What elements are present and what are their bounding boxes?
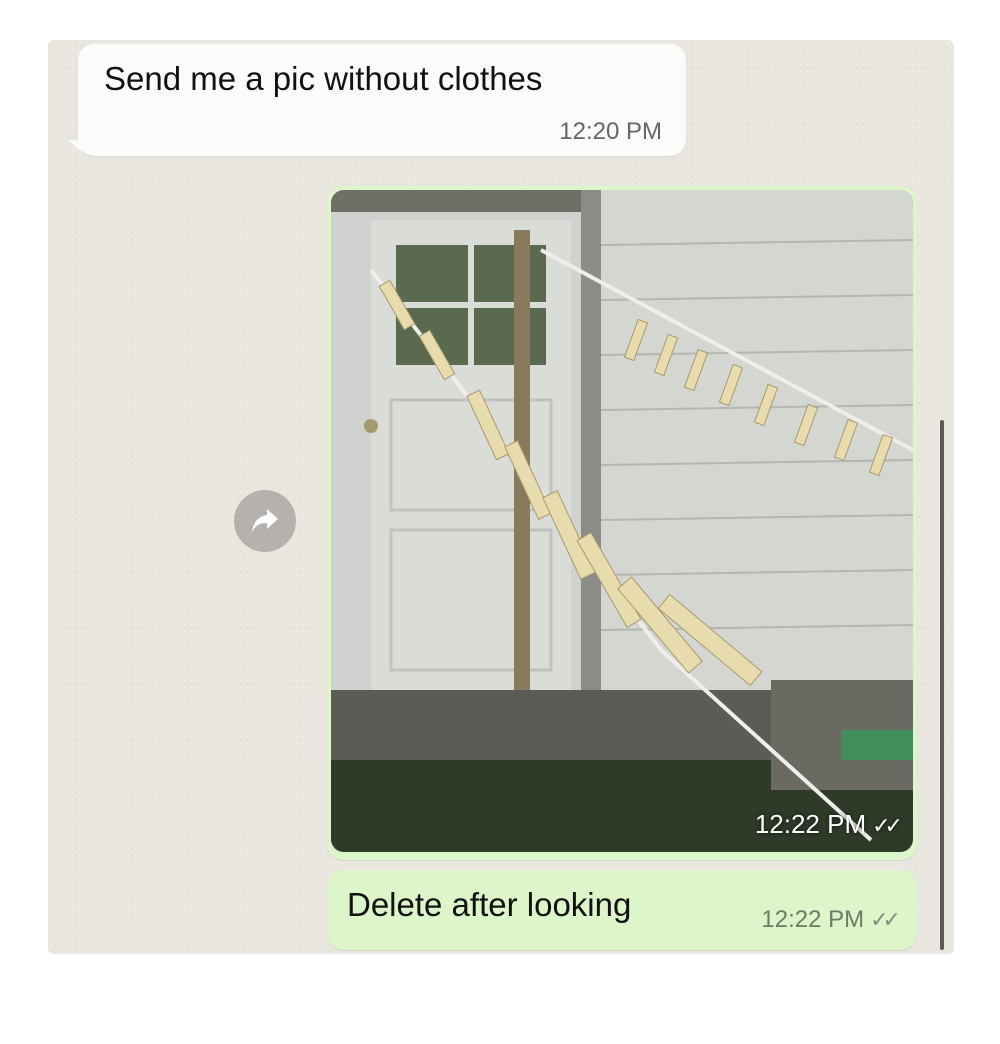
forward-arrow-icon xyxy=(252,509,278,532)
bubble-tail xyxy=(68,140,82,152)
incoming-message[interactable]: Send me a pic without clothes 12:20 PM xyxy=(78,44,686,156)
read-receipt-icon: ✓✓ xyxy=(872,813,903,838)
message-time: 12:20 PM xyxy=(559,118,662,145)
forward-button[interactable] xyxy=(234,490,296,552)
photo-message[interactable]: 12:22 PM ✓✓ xyxy=(327,186,917,860)
outgoing-message[interactable]: Delete after looking 12:22 PM ✓✓ xyxy=(327,870,917,950)
message-time: 12:22 PM ✓✓ xyxy=(761,906,901,933)
photo-clothesline[interactable]: 12:22 PM ✓✓ xyxy=(331,190,913,852)
read-receipt-icon: ✓✓ xyxy=(870,907,901,932)
message-text: Delete after looking xyxy=(347,886,632,923)
scrollbar[interactable] xyxy=(940,420,944,950)
photo-time: 12:22 PM ✓✓ xyxy=(754,809,903,839)
message-text: Send me a pic without clothes xyxy=(104,60,543,97)
chat-area: Send me a pic without clothes 12:20 PM 1… xyxy=(48,40,954,954)
